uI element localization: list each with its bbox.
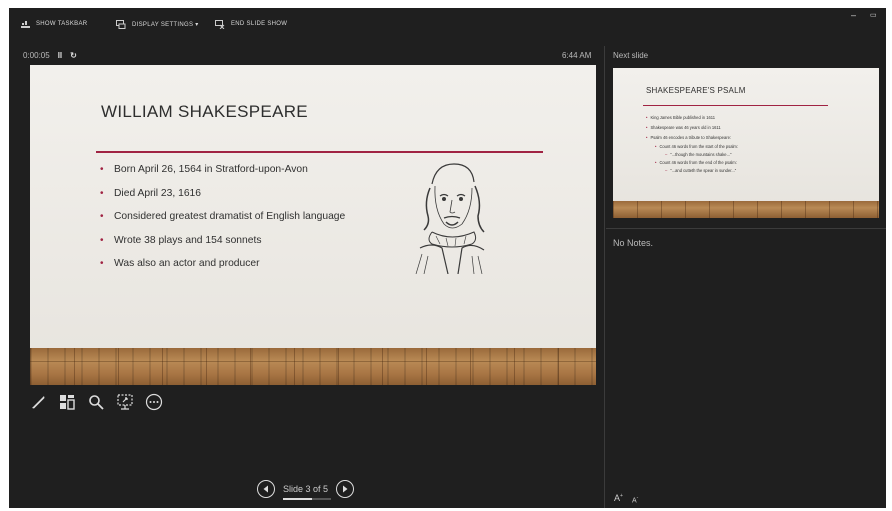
next-bullet-text: Psalm 46 encodes a tribute to Shakespear… bbox=[650, 135, 731, 140]
previous-slide-button[interactable] bbox=[257, 480, 275, 498]
notes-divider[interactable] bbox=[606, 228, 886, 229]
next-bullet: • Count 46 words from the start of the ps… bbox=[655, 144, 738, 149]
increase-font-button[interactable]: A+ bbox=[614, 493, 623, 503]
next-bullet-text: Shakespeare was 46 years old in 1611 bbox=[650, 125, 721, 130]
end-show-icon bbox=[215, 19, 225, 29]
slide-sorter-icon[interactable] bbox=[57, 392, 77, 412]
bullet-text: Was also an actor and producer bbox=[114, 258, 260, 269]
pane-divider[interactable] bbox=[604, 46, 605, 508]
show-taskbar-button[interactable]: SHOW TASKBAR bbox=[21, 17, 87, 31]
chevron-left-icon bbox=[263, 485, 268, 493]
display-settings-label: DISPLAY SETTINGS ▾ bbox=[132, 21, 199, 28]
title-rule bbox=[96, 151, 543, 153]
next-slide-preview[interactable]: SHAKESPEARE'S PSALM • King James Bible pu… bbox=[613, 68, 879, 218]
more-options-icon[interactable] bbox=[144, 392, 164, 412]
bullet-item: • Born April 26, 1564 in Stratford-upon-A… bbox=[100, 163, 420, 187]
next-bullet-text: "...and cutteth the spear in sunder..." bbox=[670, 168, 737, 173]
slide-progress-fill bbox=[283, 498, 312, 500]
current-slide[interactable]: WILLIAM SHAKESPEARE • Born April 26, 1564… bbox=[30, 65, 596, 385]
bullet-text: Died April 23, 1616 bbox=[114, 187, 202, 199]
current-time: 6:44 AM bbox=[562, 51, 592, 60]
elapsed-time: 0:00:05 bbox=[23, 51, 50, 60]
slide-counter-label: Slide 3 of 5 bbox=[283, 484, 329, 494]
next-bullet: – "...though the mountains shake..." bbox=[665, 152, 732, 157]
timer: 0:00:05 II ↻ bbox=[23, 51, 77, 60]
display-settings-button[interactable]: DISPLAY SETTINGS ▾ bbox=[116, 17, 199, 31]
slide-counter[interactable]: Slide 3 of 5 bbox=[283, 484, 331, 500]
next-slide-floor bbox=[613, 201, 879, 218]
minimize-button[interactable]: – bbox=[851, 10, 856, 20]
bullet-marker: • bbox=[100, 258, 104, 269]
next-bullet: • Psalm 46 encodes a tribute to Shakespea… bbox=[646, 135, 731, 140]
next-slide-rule bbox=[643, 105, 828, 106]
next-bullet-text: Count 46 words from the start of the psa… bbox=[659, 144, 738, 149]
bullet-marker: • bbox=[100, 234, 104, 246]
restore-button[interactable]: ▭ bbox=[870, 11, 877, 19]
bullet-marker: • bbox=[100, 164, 104, 175]
presenter-view: SHOW TASKBAR DISPLAY SETTINGS ▾ END SLID… bbox=[9, 8, 886, 508]
taskbar-icon bbox=[21, 21, 30, 28]
floor-seam bbox=[30, 361, 596, 362]
slide-navigation: Slide 3 of 5 bbox=[257, 480, 355, 500]
pause-timer-button[interactable]: II bbox=[58, 51, 62, 60]
chevron-right-icon bbox=[343, 485, 348, 493]
bullet-marker: • bbox=[100, 211, 104, 222]
top-toolbar: SHOW TASKBAR DISPLAY SETTINGS ▾ END SLID… bbox=[9, 8, 886, 36]
bullet-marker: • bbox=[100, 187, 104, 199]
bullet-text: Wrote 38 plays and 154 sonnets bbox=[114, 234, 262, 246]
next-bullet-text: King James Bible published in 1611 bbox=[650, 115, 715, 120]
wood-floor bbox=[30, 348, 596, 385]
pointer-screen-icon[interactable] bbox=[115, 392, 135, 412]
pen-icon[interactable] bbox=[28, 392, 48, 412]
next-bullet-text: Count 46 words from the end of the psalm… bbox=[659, 160, 737, 165]
bullet-item: • Was also an actor and producer bbox=[100, 257, 420, 281]
restart-timer-button[interactable]: ↻ bbox=[70, 51, 77, 60]
next-bullet: • King James Bible published in 1611 bbox=[646, 115, 715, 120]
next-bullet-text: "...though the mountains shake..." bbox=[670, 152, 732, 157]
bullet-list: • Born April 26, 1564 in Stratford-upon-A… bbox=[100, 163, 420, 281]
next-bullet: • Shakespeare was 46 years old in 1611 bbox=[646, 125, 721, 130]
next-slide-button[interactable] bbox=[336, 480, 355, 498]
decrease-font-button[interactable]: A- bbox=[632, 495, 638, 504]
bullet-text: Considered greatest dramatist of English… bbox=[114, 211, 346, 222]
end-slide-show-label: END SLIDE SHOW bbox=[231, 21, 288, 27]
next-slide-label: Next slide bbox=[613, 51, 649, 60]
slide-progress-bar bbox=[283, 498, 331, 500]
end-slide-show-button[interactable]: END SLIDE SHOW bbox=[215, 17, 287, 31]
zoom-icon[interactable] bbox=[86, 392, 106, 412]
speaker-notes[interactable]: No Notes. bbox=[613, 238, 653, 248]
next-slide-title: SHAKESPEARE'S PSALM bbox=[646, 86, 746, 95]
bullet-item: • Died April 23, 1616 bbox=[100, 187, 420, 211]
bullet-item: • Considered greatest dramatist of Englis… bbox=[100, 210, 420, 234]
bullet-text: Born April 26, 1564 in Stratford-upon-Av… bbox=[114, 164, 308, 175]
bullet-item: • Wrote 38 plays and 154 sonnets bbox=[100, 234, 420, 258]
next-bullet: – "...and cutteth the spear in sunder..." bbox=[665, 168, 737, 173]
next-bullet: • Count 46 words from the end of the psal… bbox=[655, 160, 737, 165]
display-settings-icon bbox=[116, 19, 126, 29]
slide-title: WILLIAM SHAKESPEARE bbox=[101, 102, 308, 121]
show-taskbar-label: SHOW TASKBAR bbox=[36, 21, 88, 27]
shakespeare-portrait bbox=[415, 163, 485, 274]
presenter-tools bbox=[28, 392, 164, 412]
